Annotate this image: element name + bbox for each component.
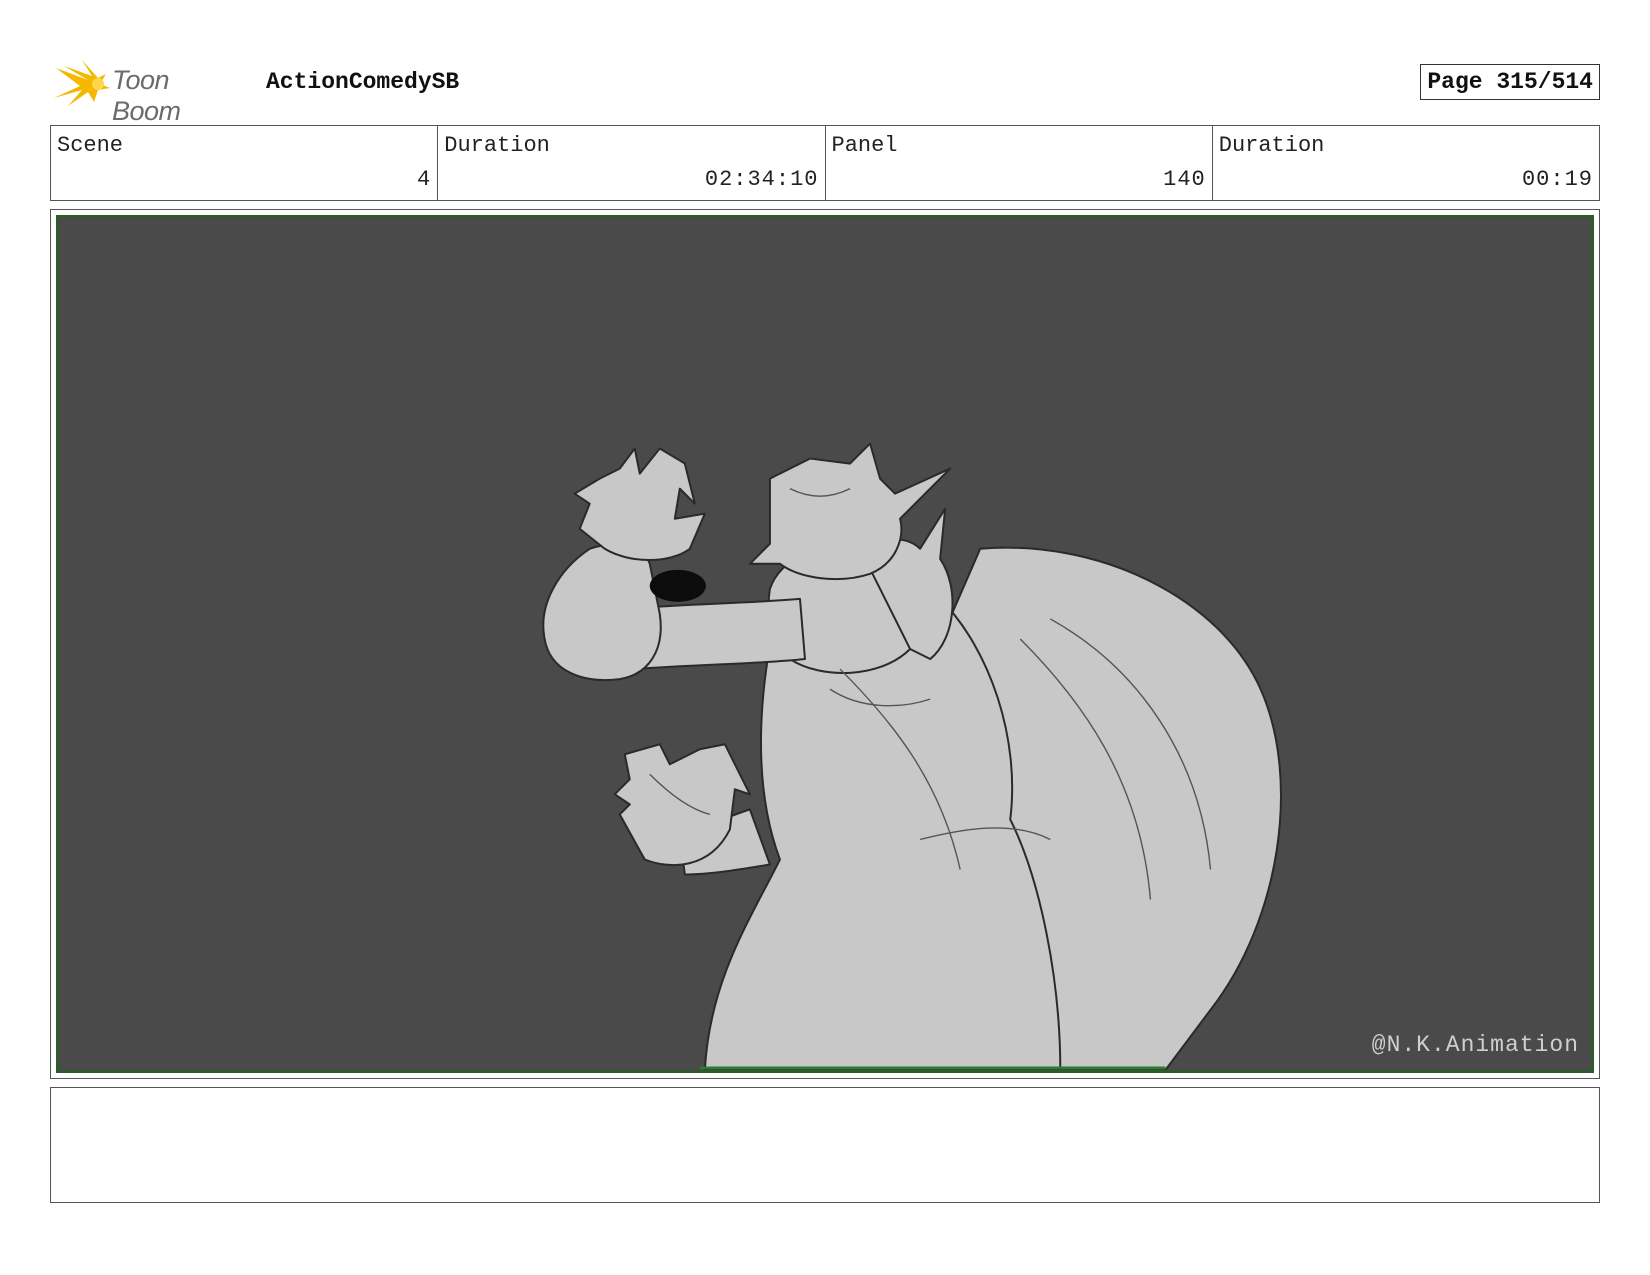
watermark: @N.K.Animation [1371, 1032, 1579, 1058]
scene-duration-cell: Duration 02:34:10 [438, 126, 826, 200]
panel-value: 140 [1163, 167, 1206, 192]
shadow-mark [649, 569, 706, 602]
starburst-icon [54, 60, 110, 106]
storyboard-header: Toon Boom ActionComedySB Page 315/514 [50, 56, 1600, 126]
scene-duration-value: 02:34:10 [704, 167, 819, 192]
panel-label: Panel [831, 133, 898, 158]
panel-cell: Panel 140 [826, 126, 1213, 200]
panel-duration-cell: Duration 00:19 [1213, 126, 1599, 200]
scene-cell: Scene 4 [51, 126, 439, 200]
panel-duration-label: Duration [1218, 133, 1325, 158]
front-fist-shape [542, 543, 662, 681]
project-title: ActionComedySB [266, 69, 460, 95]
toon-boom-logo: Toon Boom [54, 58, 244, 126]
raised-claw-shape [573, 447, 706, 562]
panel-frame: @N.K.Animation [50, 209, 1600, 1079]
scene-info-table: Scene 4 Duration 02:34:10 Panel 140 Dura… [50, 125, 1600, 201]
character-sketch [542, 442, 1282, 1070]
scene-duration-label: Duration [444, 133, 550, 158]
panel-duration-value: 00:19 [1521, 167, 1593, 192]
logo-text: Toon Boom [112, 65, 181, 126]
scene-label: Scene [57, 133, 124, 158]
page-indicator: Page 315/514 [1420, 64, 1600, 100]
panel-image: @N.K.Animation [56, 215, 1594, 1073]
scene-value: 4 [417, 167, 432, 192]
panel-notes-box [50, 1087, 1600, 1203]
